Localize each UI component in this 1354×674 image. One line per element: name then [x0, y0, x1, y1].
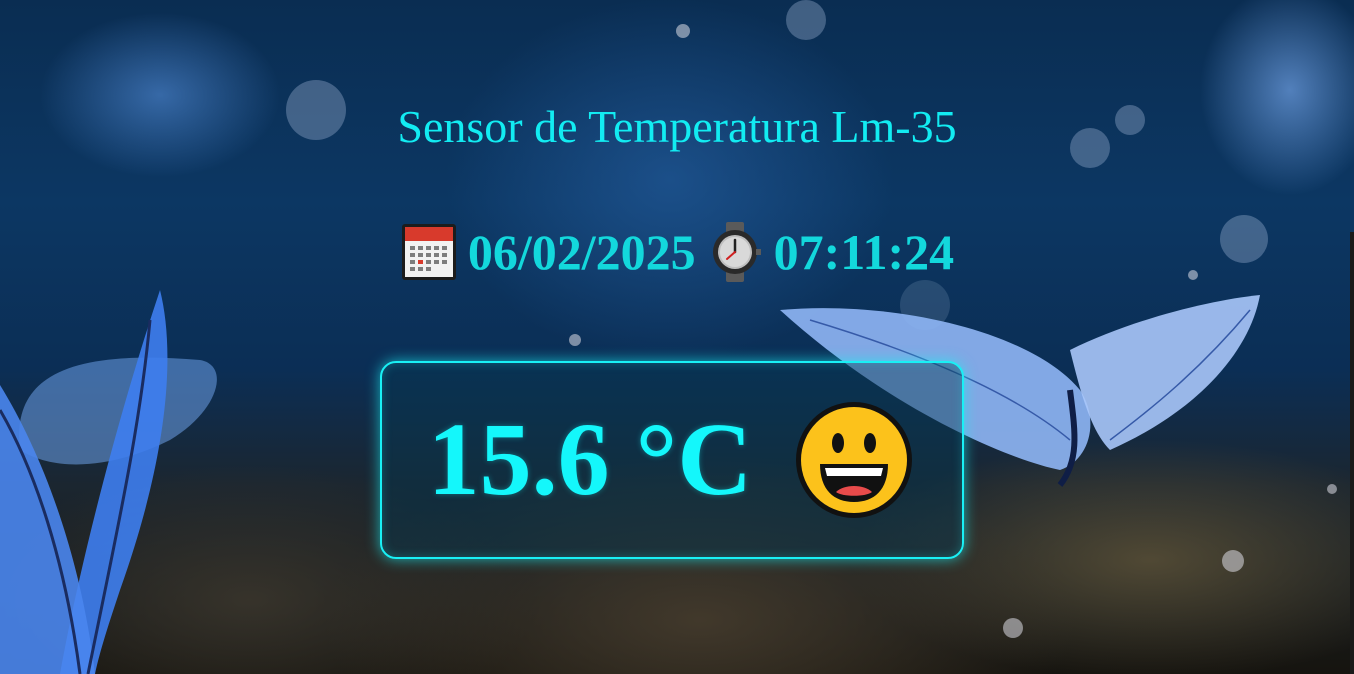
bokeh-light	[1327, 484, 1337, 494]
watch-icon	[712, 222, 761, 282]
bokeh-light	[786, 0, 826, 40]
butterfly-left	[0, 290, 217, 674]
temperature-value: 15.6 °C	[427, 402, 753, 517]
grinning-face-icon	[796, 402, 913, 518]
datetime-row: 06/02/2025 07:11:24	[0, 222, 1354, 282]
page-title: Sensor de Temperatura Lm-35	[397, 101, 957, 152]
time-text: 07:11:24	[773, 224, 955, 280]
bokeh-light	[569, 334, 581, 346]
bokeh-light	[1222, 550, 1244, 572]
date-text: 06/02/2025	[467, 224, 696, 280]
temperature-card: 15.6 °C	[380, 361, 964, 559]
bokeh-light	[676, 24, 690, 38]
bokeh-light	[1003, 618, 1023, 638]
window-edge	[1350, 232, 1354, 674]
calendar-icon	[401, 224, 456, 280]
